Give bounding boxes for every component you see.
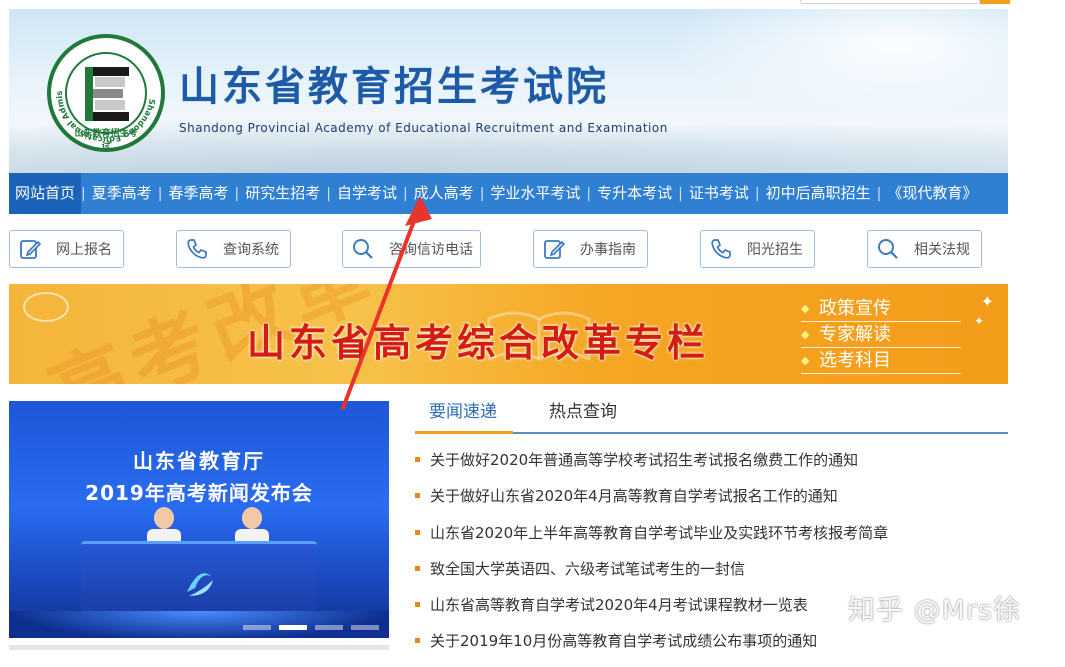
quick-link-query-system[interactable]: 查询系统 <box>176 230 291 268</box>
nav-item-modern-education[interactable]: 《现代教育》 <box>881 173 983 214</box>
quick-link-online-registration[interactable]: 网上报名 <box>9 230 124 268</box>
search-button[interactable] <box>980 0 1010 4</box>
quick-link-regulations[interactable]: 相关法规 <box>867 230 982 268</box>
nav-item-spring-exam[interactable]: 春季高考 <box>162 173 234 214</box>
carousel-dot[interactable] <box>315 625 343 630</box>
quick-link-label: 办事指南 <box>580 242 636 258</box>
quick-link-label: 网上报名 <box>56 242 112 258</box>
nav-item-proficiency[interactable]: 学业水平考试 <box>484 173 586 214</box>
promo-title: 山东省高考综合改革专栏 <box>247 321 710 365</box>
quick-link-label: 查询系统 <box>223 242 279 258</box>
carousel-dot[interactable] <box>243 625 271 630</box>
quick-link-label: 阳光招生 <box>747 242 803 258</box>
news-tabs: 要闻速递 热点查询 <box>415 396 1008 434</box>
carousel-indicators <box>243 625 379 630</box>
main-nav: 网站首页 | 夏季高考 | 春季高考 | 研究生招考 | 自学考试 | 成人高考… <box>9 173 1008 214</box>
promo-links: 政策宣传 专家解读 选考科目 <box>801 296 961 374</box>
tab-hot-queries[interactable]: 热点查询 <box>535 396 631 434</box>
site-subtitle: Shandong Provincial Academy of Education… <box>179 121 668 135</box>
search-icon <box>878 239 898 259</box>
tab-news-express[interactable]: 要闻速递 <box>415 396 513 434</box>
sparkle-icon: ✦ <box>980 292 994 311</box>
promo-link-subjects[interactable]: 选考科目 <box>801 348 961 374</box>
search-input[interactable] <box>800 0 980 4</box>
quick-link-consultation-phone[interactable]: 咨询信访电话 <box>342 230 481 268</box>
edit-icon <box>20 240 42 259</box>
photo-caption-line1: 山东省教育厅 <box>133 449 265 473</box>
top-strip <box>0 0 1065 9</box>
nav-item-vocational[interactable]: 初中后高职招生 <box>760 173 877 214</box>
sparkle-icon: ✦ <box>973 314 984 328</box>
header-banner: Shandong Educational Admission & Examina… <box>9 9 1008 173</box>
quick-link-sunshine-admission[interactable]: 阳光招生 <box>700 230 815 268</box>
carousel-dot[interactable] <box>351 625 379 630</box>
promo-link-policy[interactable]: 政策宣传 <box>801 296 961 322</box>
nav-item-adult-exam[interactable]: 成人高考 <box>408 173 480 214</box>
news-item[interactable]: 关于2019年10月份高等教育自学考试成绩公布事项的通知 <box>415 630 1008 666</box>
quick-link-label: 相关法规 <box>914 242 970 258</box>
site-logo[interactable]: Shandong Educational Admission & Examina… <box>47 34 165 152</box>
quick-link-service-guide[interactable]: 办事指南 <box>533 230 648 268</box>
news-list: 关于做好2020年普通高等学校考试招生考试报名缴费工作的通知 关于做好山东省20… <box>415 449 1008 667</box>
quick-link-label: 咨询信访电话 <box>389 242 473 258</box>
promo-link-expert[interactable]: 专家解读 <box>801 322 961 348</box>
news-photo-carousel[interactable]: 山东省教育厅 2019年高考新闻发布会 <box>9 401 389 638</box>
zhihu-watermark: 知乎 @Mrs徐 <box>848 595 1022 626</box>
nav-item-certificate[interactable]: 证书考试 <box>683 173 755 214</box>
nav-item-upgrade[interactable]: 专升本考试 <box>591 173 678 214</box>
photo-caption-line2: 2019年高考新闻发布会 <box>85 481 313 505</box>
reform-column-banner[interactable]: 高考改革 山东省高考综合改革专栏 政策宣传 专家解读 选考科目 ✦ ✦ <box>9 284 1008 384</box>
logo-swirl-icon <box>187 573 213 596</box>
news-item[interactable]: 山东省2020年上半年高等教育自学考试毕业及实践环节考核报考简章 <box>415 522 1008 558</box>
phone-icon <box>711 239 731 259</box>
podium <box>81 541 317 611</box>
carousel-dot-active[interactable] <box>279 625 307 630</box>
planet-icon <box>23 292 69 322</box>
news-item[interactable]: 关于做好山东省2020年4月高等教育自学考试报名工作的通知 <box>415 485 1008 521</box>
phone-icon <box>187 239 207 259</box>
news-item[interactable]: 关于做好2020年普通高等学校考试招生考试报名缴费工作的通知 <box>415 449 1008 485</box>
nav-item-home[interactable]: 网站首页 <box>9 173 82 214</box>
logo-e-icon <box>85 67 129 121</box>
search-icon <box>353 239 373 259</box>
logo-bottom-text: 山东教育招生考试 <box>74 129 138 152</box>
nav-item-graduate[interactable]: 研究生招考 <box>239 173 326 214</box>
edit-icon <box>544 240 566 259</box>
site-title: 山东省教育招生考试院 <box>179 64 609 110</box>
nav-item-self-study[interactable]: 自学考试 <box>331 173 403 214</box>
nav-item-summer-exam[interactable]: 夏季高考 <box>86 173 158 214</box>
